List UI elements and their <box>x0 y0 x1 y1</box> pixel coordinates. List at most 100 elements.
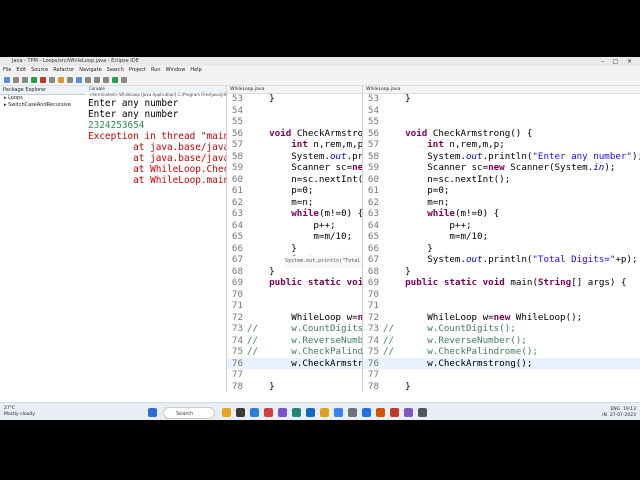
code-line[interactable]: 53 } <box>363 93 640 105</box>
taskbar-app-icon[interactable] <box>278 408 287 417</box>
code-line[interactable]: 68 } <box>363 266 640 278</box>
code-line[interactable]: 69 public static void main(String[] args… <box>363 277 640 289</box>
toolbar-icon[interactable] <box>40 77 46 83</box>
taskbar-app-icon[interactable] <box>404 408 413 417</box>
menu-project[interactable]: Project <box>129 66 146 75</box>
taskbar-app-icon[interactable] <box>222 408 231 417</box>
code-line[interactable]: 59 Scanner sc=new S <box>227 162 363 174</box>
maximize-icon[interactable]: □ <box>612 57 618 66</box>
code-line[interactable]: 72 WhileLoop w=new WhileLoop(); <box>363 312 640 324</box>
code-line[interactable]: 65 m=m/10; <box>363 231 640 243</box>
code-area-left[interactable]: 53 }545556 void CheckArmstrong57 int n,r… <box>227 93 363 392</box>
code-line[interactable]: 54 <box>227 105 363 117</box>
code-line[interactable]: 58 System.out.print <box>227 151 363 163</box>
menu-edit[interactable]: Edit <box>16 66 26 75</box>
toolbar-icon[interactable] <box>112 77 118 83</box>
code-line[interactable]: 67 System.out.println("Total Digits="+p)… <box>363 254 640 266</box>
taskbar-app-icon[interactable] <box>390 408 399 417</box>
toolbar-icon[interactable] <box>121 77 127 83</box>
code-line[interactable]: 56 void CheckArmstrong() { <box>363 128 640 140</box>
start-icon[interactable] <box>148 408 157 417</box>
code-line[interactable]: 63 while(m!=0) { <box>363 208 640 220</box>
toolbar-icon[interactable] <box>22 77 28 83</box>
code-line[interactable]: 56 void CheckArmstrong <box>227 128 363 140</box>
code-line[interactable]: 77 <box>227 369 363 381</box>
taskbar-app-icon[interactable] <box>320 408 329 417</box>
code-line[interactable]: 71 <box>363 300 640 312</box>
taskbar-app-icon[interactable] <box>250 408 259 417</box>
taskbar-app-icon[interactable] <box>348 408 357 417</box>
toolbar-icon[interactable] <box>85 77 91 83</box>
toolbar-icon[interactable] <box>13 77 19 83</box>
project-item-switchcase[interactable]: ▸ SwitchCaseAndRecursive <box>0 102 86 109</box>
taskbar-app-icon[interactable] <box>306 408 315 417</box>
code-line[interactable]: 55 <box>227 116 363 128</box>
menu-window[interactable]: Window <box>166 66 186 75</box>
menu-refactor[interactable]: Refactor <box>53 66 74 75</box>
taskbar-app-icon[interactable] <box>292 408 301 417</box>
tab-package-explorer[interactable]: Package Explorer <box>0 86 86 95</box>
code-line[interactable]: 63 while(m!=0) { <box>227 208 363 220</box>
menu-help[interactable]: Help <box>190 66 201 75</box>
code-line[interactable]: 53 } <box>227 93 363 105</box>
editor-left[interactable]: WhileLoop.java 53 } 54 55 56 void CheckArms… <box>226 86 363 392</box>
code-line[interactable]: 78 } <box>227 381 363 393</box>
code-line[interactable]: 57 int n,rem,m,p; <box>227 139 363 151</box>
code-line[interactable]: 62 m=n; <box>227 197 363 209</box>
system-clock[interactable]: ENG 19:13 IN 27-07-2023 <box>602 407 636 419</box>
menu-run[interactable]: Run <box>151 66 161 75</box>
code-line[interactable]: 74 // w.ReverseNumber(); <box>363 335 640 347</box>
taskbar-app-icon[interactable] <box>362 408 371 417</box>
code-area-right[interactable]: 53 } 54 55 56 void CheckArmstrong() {57 int… <box>363 93 640 392</box>
menu-search[interactable]: Search <box>107 66 124 75</box>
project-item-loops[interactable]: ▸ Loops <box>0 95 86 102</box>
code-line[interactable]: 61 p=0; <box>227 185 363 197</box>
code-line[interactable]: 78 } <box>363 381 640 393</box>
menu-navigate[interactable]: Navigate <box>79 66 101 75</box>
weather-widget[interactable]: 27°C Mostly cloudy <box>4 406 35 418</box>
taskbar-app-icon[interactable] <box>418 408 427 417</box>
code-line[interactable]: 69 public static void m <box>227 277 363 289</box>
code-line[interactable]: 64 p++; <box>363 220 640 232</box>
code-line[interactable]: 60 n=sc.nextInt(); <box>227 174 363 186</box>
toolbar-icon[interactable] <box>58 77 64 83</box>
code-line[interactable]: 54 <box>363 105 640 117</box>
code-line[interactable]: 72 WhileLoop w=new <box>227 312 363 324</box>
editor-right[interactable]: WhileLoop.java 53 } 54 55 56 void CheckArms… <box>362 86 640 392</box>
code-line[interactable]: 65 m=m/10; <box>227 231 363 243</box>
code-line[interactable]: 73 // w.CountDigits(); <box>363 323 640 335</box>
code-line[interactable]: 75 // w.CheckPalindrome(); <box>363 346 640 358</box>
code-line[interactable]: 70 <box>227 289 363 301</box>
code-line[interactable]: 62 m=n; <box>363 197 640 209</box>
code-line[interactable]: 77 <box>363 369 640 381</box>
code-line[interactable]: 57 int n,rem,m,p; <box>363 139 640 151</box>
search-box[interactable]: Search <box>163 407 215 419</box>
toolbar-icon[interactable] <box>76 77 82 83</box>
code-line[interactable]: 76 w.CheckArmstrong(); <box>363 357 640 369</box>
toolbar-icon[interactable] <box>4 77 10 83</box>
code-line[interactable]: 76 w.CheckArmstron <box>227 357 363 369</box>
taskbar-app-icon[interactable] <box>236 408 245 417</box>
code-line[interactable]: 74 // w.ReverseNumber <box>227 335 363 347</box>
toolbar-icon[interactable] <box>49 77 55 83</box>
code-line[interactable]: 75 // w.CheckPalindro <box>227 346 363 358</box>
code-line[interactable]: 71 <box>227 300 363 312</box>
taskbar-app-icon[interactable] <box>376 408 385 417</box>
toolbar-icon[interactable] <box>31 77 37 83</box>
code-line[interactable]: 60 n=sc.nextInt(); <box>363 174 640 186</box>
toolbar-icon[interactable] <box>94 77 100 83</box>
menu-file[interactable]: File <box>3 66 11 75</box>
code-line[interactable]: 55 <box>363 116 640 128</box>
code-line[interactable]: 59 Scanner sc=new Scanner(System.in); <box>363 162 640 174</box>
code-line[interactable]: 61 p=0; <box>363 185 640 197</box>
taskbar-app-icon[interactable] <box>334 408 343 417</box>
menu-source[interactable]: Source <box>31 66 48 75</box>
code-line[interactable]: 70 <box>363 289 640 301</box>
code-line[interactable]: 66 } <box>227 243 363 255</box>
minimize-icon[interactable]: – <box>601 57 604 66</box>
close-icon[interactable]: ✕ <box>627 57 632 66</box>
toolbar-icon[interactable] <box>67 77 73 83</box>
code-line[interactable]: 66 } <box>363 243 640 255</box>
code-line[interactable]: 73 // w.CountDigits() <box>227 323 363 335</box>
toolbar-icon[interactable] <box>103 77 109 83</box>
